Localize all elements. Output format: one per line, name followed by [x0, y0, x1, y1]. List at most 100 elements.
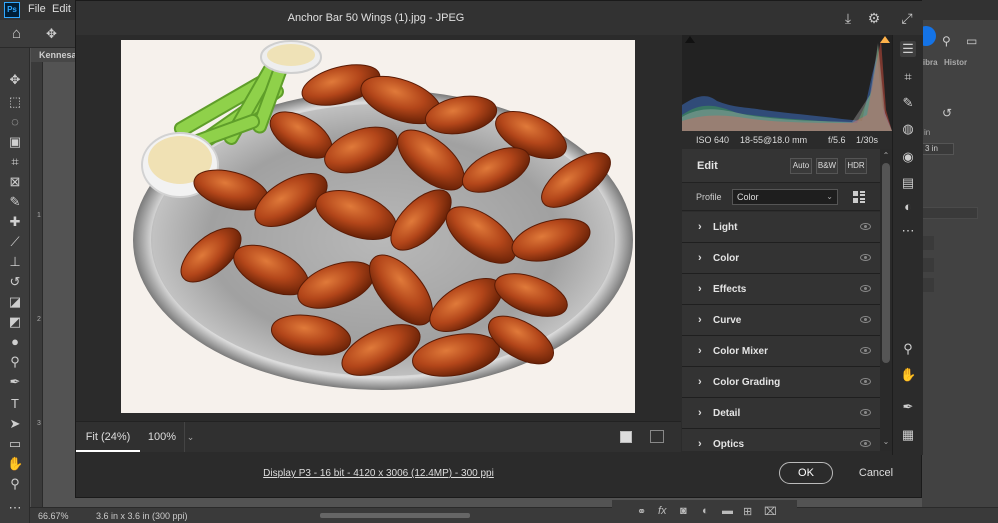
ok-button[interactable]: OK	[779, 462, 833, 484]
dodge-icon[interactable]: ⚲	[7, 354, 23, 370]
before-after-icon[interactable]	[650, 430, 664, 443]
hand-icon[interactable]: ✋	[7, 456, 23, 472]
menu-edit[interactable]: Edit	[52, 3, 71, 15]
fx-icon[interactable]: fx	[658, 505, 667, 517]
move-icon[interactable]: ✥	[7, 72, 23, 88]
section-curve[interactable]: › Curve	[682, 305, 880, 336]
crop-icon[interactable]: ⌗	[900, 69, 916, 85]
shadow-clipping-icon[interactable]	[685, 36, 695, 43]
zoom-icon[interactable]: ⚲	[7, 476, 23, 492]
eyedropper-icon[interactable]: ✎	[7, 194, 23, 210]
presets-icon[interactable]: ◐	[900, 199, 916, 215]
bw-button[interactable]: B&W	[816, 158, 838, 174]
highlight-clipping-icon[interactable]	[880, 36, 890, 43]
scroll-up-icon[interactable]: ⌃	[880, 151, 892, 160]
section-light[interactable]: › Light	[682, 212, 880, 243]
fit-zoom-button[interactable]: Fit (24%)	[76, 422, 140, 452]
zoom-100-button[interactable]: 100%	[140, 422, 184, 452]
undo-icon[interactable]: ↺	[942, 106, 952, 120]
color-sampler-icon[interactable]: ✒	[900, 399, 916, 415]
object-select-icon[interactable]: ▣	[7, 134, 23, 150]
stamp-icon[interactable]: ⊥	[7, 254, 23, 270]
crop-icon[interactable]: ⌗	[7, 154, 23, 170]
scroll-down-icon[interactable]: ⌄	[880, 437, 892, 446]
compare-icon[interactable]	[620, 431, 632, 443]
hdr-button[interactable]: HDR	[845, 158, 867, 174]
settings-gear-icon[interactable]: ⚙	[866, 10, 882, 26]
panel-field[interactable]	[922, 207, 978, 219]
save-image-icon[interactable]: ⤓	[840, 10, 856, 26]
height-field[interactable]: 3 in	[922, 143, 954, 155]
healing-brush-icon[interactable]: ✎	[900, 95, 916, 111]
section-detail[interactable]: › Detail	[682, 398, 880, 429]
workflow-options-link[interactable]: Display P3 - 16 bit - 4120 x 3006 (12.4M…	[76, 468, 681, 479]
edit-panel: Edit Auto B&W HDR Profile Color ⌄ › Ligh…	[682, 149, 880, 451]
horizontal-scrollbar[interactable]	[320, 513, 470, 518]
panel-field[interactable]	[922, 258, 934, 272]
eye-icon[interactable]	[860, 347, 871, 354]
search-icon[interactable]: ⚲	[942, 34, 951, 48]
zoom-dropdown-chevron-icon[interactable]: ⌄	[184, 422, 196, 452]
chevron-right-icon: ›	[698, 438, 702, 450]
eye-icon[interactable]	[860, 440, 871, 447]
ruler-mark: 1	[37, 212, 41, 219]
frame-icon[interactable]: ⊠	[7, 174, 23, 190]
trash-icon[interactable]: ⌧	[764, 505, 777, 518]
workspace-icon[interactable]: ▭	[966, 34, 977, 48]
profile-browser-icon[interactable]	[853, 191, 865, 203]
pen-icon[interactable]: ✒	[7, 374, 23, 390]
eye-icon[interactable]	[860, 285, 871, 292]
histogram-graph	[682, 40, 892, 131]
new-layer-icon[interactable]: ⊞	[743, 505, 752, 518]
more-options-icon[interactable]: ⋯	[900, 223, 916, 239]
profile-select[interactable]: Color ⌄	[732, 189, 838, 205]
adjustment-icon[interactable]: ◐	[702, 505, 709, 517]
lasso-icon[interactable]: ◌	[7, 114, 23, 130]
folder-icon[interactable]: ▬	[722, 505, 733, 517]
panel-field[interactable]	[922, 236, 934, 250]
history-brush-icon[interactable]: ↺	[7, 274, 23, 290]
auto-button[interactable]: Auto	[790, 158, 812, 174]
section-effects[interactable]: › Effects	[682, 274, 880, 305]
history-tab[interactable]: Histor	[944, 58, 967, 67]
paint-bucket-icon[interactable]: ◩	[7, 314, 23, 330]
grid-overlay-icon[interactable]: ▦	[900, 427, 916, 443]
cancel-button[interactable]: Cancel	[856, 462, 896, 484]
eye-icon[interactable]	[860, 316, 871, 323]
eye-icon[interactable]	[860, 378, 871, 385]
edit-sliders-icon[interactable]: ☰	[900, 41, 916, 57]
link-icon[interactable]: ⚭	[637, 505, 646, 518]
snapshots-icon[interactable]: ▤	[900, 175, 916, 191]
rectangle-icon[interactable]: ▭	[7, 436, 23, 452]
more-tools-icon[interactable]: ⋯	[7, 500, 23, 516]
fullscreen-icon[interactable]: ⤢	[899, 10, 915, 26]
menu-file[interactable]: File	[28, 3, 46, 15]
masking-icon[interactable]: ◍	[900, 121, 916, 137]
eye-icon[interactable]	[860, 254, 871, 261]
red-eye-icon[interactable]: ◉	[900, 149, 916, 165]
healing-icon[interactable]: ✚	[7, 214, 23, 230]
shutter-value: 1/30s	[856, 135, 879, 145]
document-tab[interactable]: Kennesa	[31, 48, 77, 62]
eraser-icon[interactable]: ◪	[7, 294, 23, 310]
hand-tool-icon[interactable]: ✋	[900, 367, 916, 383]
move-tool-icon[interactable]: ✥	[46, 26, 57, 42]
section-optics[interactable]: › Optics	[682, 429, 880, 451]
eye-icon[interactable]	[860, 409, 871, 416]
home-icon[interactable]: ⌂	[12, 25, 21, 42]
section-color-grading[interactable]: › Color Grading	[682, 367, 880, 398]
blur-icon[interactable]: ●	[7, 334, 23, 350]
section-color[interactable]: › Color	[682, 243, 880, 274]
zoom-tool-icon[interactable]: ⚲	[900, 341, 916, 357]
section-label: Light	[713, 222, 738, 233]
scroll-thumb[interactable]	[882, 163, 890, 363]
section-color-mixer[interactable]: › Color Mixer	[682, 336, 880, 367]
brush-icon[interactable]: ⟋	[7, 234, 23, 250]
edit-scrollbar[interactable]: ⌃ ⌄	[880, 149, 892, 451]
mask-icon[interactable]: ◙	[680, 505, 687, 517]
panel-field[interactable]	[922, 278, 934, 292]
path-select-icon[interactable]: ➤	[7, 416, 23, 432]
eye-icon[interactable]	[860, 223, 871, 230]
marquee-icon[interactable]: ⬚	[7, 94, 23, 110]
type-icon[interactable]: T	[7, 396, 23, 412]
